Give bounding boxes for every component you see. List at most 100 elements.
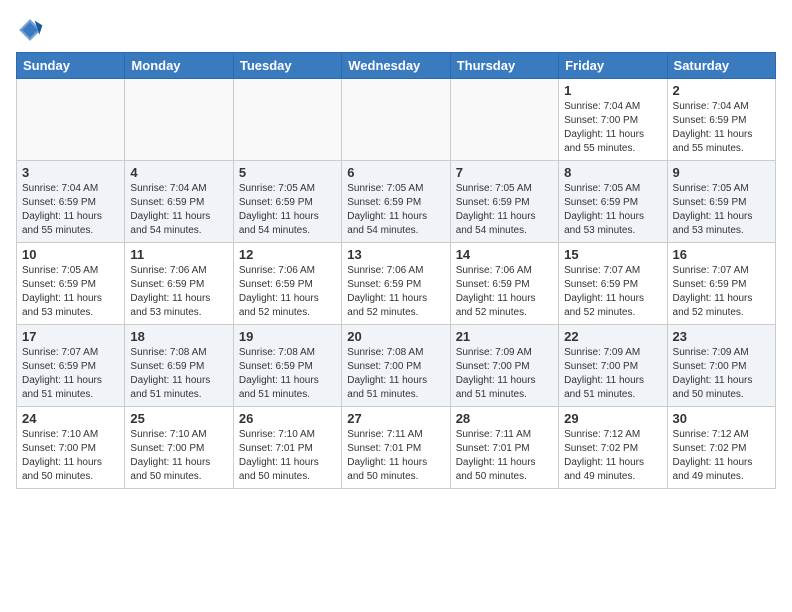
day-number: 7 bbox=[456, 165, 553, 180]
day-number: 26 bbox=[239, 411, 336, 426]
day-info: Sunrise: 7:05 AMSunset: 6:59 PMDaylight:… bbox=[456, 182, 553, 238]
day-number: 20 bbox=[347, 329, 444, 344]
day-info: Sunrise: 7:07 AMSunset: 6:59 PMDaylight:… bbox=[564, 264, 661, 320]
calendar-cell: 4 Sunrise: 7:04 AMSunset: 6:59 PMDayligh… bbox=[125, 161, 233, 243]
calendar-cell: 30 Sunrise: 7:12 AMSunset: 7:02 PMDaylig… bbox=[667, 407, 775, 489]
day-info: Sunrise: 7:11 AMSunset: 7:01 PMDaylight:… bbox=[456, 428, 553, 484]
calendar-cell bbox=[342, 79, 450, 161]
calendar-cell: 26 Sunrise: 7:10 AMSunset: 7:01 PMDaylig… bbox=[233, 407, 341, 489]
calendar-weekday-header: Thursday bbox=[450, 53, 558, 79]
day-info: Sunrise: 7:05 AMSunset: 6:59 PMDaylight:… bbox=[564, 182, 661, 238]
calendar-cell: 16 Sunrise: 7:07 AMSunset: 6:59 PMDaylig… bbox=[667, 243, 775, 325]
day-number: 24 bbox=[22, 411, 119, 426]
day-number: 17 bbox=[22, 329, 119, 344]
calendar-cell: 17 Sunrise: 7:07 AMSunset: 6:59 PMDaylig… bbox=[17, 325, 125, 407]
calendar-cell: 18 Sunrise: 7:08 AMSunset: 6:59 PMDaylig… bbox=[125, 325, 233, 407]
calendar-weekday-header: Sunday bbox=[17, 53, 125, 79]
calendar-cell: 22 Sunrise: 7:09 AMSunset: 7:00 PMDaylig… bbox=[559, 325, 667, 407]
calendar-week-row: 24 Sunrise: 7:10 AMSunset: 7:00 PMDaylig… bbox=[17, 407, 776, 489]
day-info: Sunrise: 7:12 AMSunset: 7:02 PMDaylight:… bbox=[673, 428, 770, 484]
day-info: Sunrise: 7:10 AMSunset: 7:01 PMDaylight:… bbox=[239, 428, 336, 484]
logo-icon bbox=[16, 16, 44, 44]
calendar-cell: 20 Sunrise: 7:08 AMSunset: 7:00 PMDaylig… bbox=[342, 325, 450, 407]
day-info: Sunrise: 7:06 AMSunset: 6:59 PMDaylight:… bbox=[347, 264, 444, 320]
header bbox=[16, 16, 776, 44]
calendar-weekday-header: Monday bbox=[125, 53, 233, 79]
calendar-cell: 8 Sunrise: 7:05 AMSunset: 6:59 PMDayligh… bbox=[559, 161, 667, 243]
calendar-cell: 12 Sunrise: 7:06 AMSunset: 6:59 PMDaylig… bbox=[233, 243, 341, 325]
day-number: 14 bbox=[456, 247, 553, 262]
day-info: Sunrise: 7:09 AMSunset: 7:00 PMDaylight:… bbox=[564, 346, 661, 402]
calendar-cell: 13 Sunrise: 7:06 AMSunset: 6:59 PMDaylig… bbox=[342, 243, 450, 325]
calendar-cell: 29 Sunrise: 7:12 AMSunset: 7:02 PMDaylig… bbox=[559, 407, 667, 489]
day-info: Sunrise: 7:08 AMSunset: 7:00 PMDaylight:… bbox=[347, 346, 444, 402]
calendar-week-row: 1 Sunrise: 7:04 AMSunset: 7:00 PMDayligh… bbox=[17, 79, 776, 161]
day-number: 23 bbox=[673, 329, 770, 344]
day-number: 9 bbox=[673, 165, 770, 180]
day-number: 28 bbox=[456, 411, 553, 426]
calendar-header-row: SundayMondayTuesdayWednesdayThursdayFrid… bbox=[17, 53, 776, 79]
calendar-weekday-header: Friday bbox=[559, 53, 667, 79]
day-number: 19 bbox=[239, 329, 336, 344]
calendar-body: 1 Sunrise: 7:04 AMSunset: 7:00 PMDayligh… bbox=[17, 79, 776, 489]
day-number: 5 bbox=[239, 165, 336, 180]
day-number: 27 bbox=[347, 411, 444, 426]
day-number: 11 bbox=[130, 247, 227, 262]
calendar-cell bbox=[450, 79, 558, 161]
day-info: Sunrise: 7:08 AMSunset: 6:59 PMDaylight:… bbox=[130, 346, 227, 402]
calendar-week-row: 17 Sunrise: 7:07 AMSunset: 6:59 PMDaylig… bbox=[17, 325, 776, 407]
day-info: Sunrise: 7:05 AMSunset: 6:59 PMDaylight:… bbox=[347, 182, 444, 238]
day-number: 10 bbox=[22, 247, 119, 262]
calendar-cell: 2 Sunrise: 7:04 AMSunset: 6:59 PMDayligh… bbox=[667, 79, 775, 161]
calendar-cell: 19 Sunrise: 7:08 AMSunset: 6:59 PMDaylig… bbox=[233, 325, 341, 407]
calendar-cell: 15 Sunrise: 7:07 AMSunset: 6:59 PMDaylig… bbox=[559, 243, 667, 325]
calendar-cell: 21 Sunrise: 7:09 AMSunset: 7:00 PMDaylig… bbox=[450, 325, 558, 407]
day-number: 18 bbox=[130, 329, 227, 344]
calendar-cell: 3 Sunrise: 7:04 AMSunset: 6:59 PMDayligh… bbox=[17, 161, 125, 243]
day-info: Sunrise: 7:12 AMSunset: 7:02 PMDaylight:… bbox=[564, 428, 661, 484]
day-info: Sunrise: 7:05 AMSunset: 6:59 PMDaylight:… bbox=[239, 182, 336, 238]
day-info: Sunrise: 7:05 AMSunset: 6:59 PMDaylight:… bbox=[673, 182, 770, 238]
calendar-weekday-header: Saturday bbox=[667, 53, 775, 79]
day-info: Sunrise: 7:05 AMSunset: 6:59 PMDaylight:… bbox=[22, 264, 119, 320]
day-info: Sunrise: 7:04 AMSunset: 6:59 PMDaylight:… bbox=[673, 100, 770, 156]
calendar-cell bbox=[233, 79, 341, 161]
calendar-table: SundayMondayTuesdayWednesdayThursdayFrid… bbox=[16, 52, 776, 489]
day-number: 1 bbox=[564, 83, 661, 98]
day-info: Sunrise: 7:11 AMSunset: 7:01 PMDaylight:… bbox=[347, 428, 444, 484]
day-number: 15 bbox=[564, 247, 661, 262]
calendar-week-row: 10 Sunrise: 7:05 AMSunset: 6:59 PMDaylig… bbox=[17, 243, 776, 325]
day-number: 6 bbox=[347, 165, 444, 180]
calendar-weekday-header: Wednesday bbox=[342, 53, 450, 79]
day-info: Sunrise: 7:09 AMSunset: 7:00 PMDaylight:… bbox=[456, 346, 553, 402]
calendar-cell: 24 Sunrise: 7:10 AMSunset: 7:00 PMDaylig… bbox=[17, 407, 125, 489]
day-number: 13 bbox=[347, 247, 444, 262]
calendar-weekday-header: Tuesday bbox=[233, 53, 341, 79]
day-info: Sunrise: 7:07 AMSunset: 6:59 PMDaylight:… bbox=[22, 346, 119, 402]
day-number: 30 bbox=[673, 411, 770, 426]
day-info: Sunrise: 7:10 AMSunset: 7:00 PMDaylight:… bbox=[130, 428, 227, 484]
day-info: Sunrise: 7:06 AMSunset: 6:59 PMDaylight:… bbox=[239, 264, 336, 320]
day-info: Sunrise: 7:06 AMSunset: 6:59 PMDaylight:… bbox=[130, 264, 227, 320]
day-info: Sunrise: 7:08 AMSunset: 6:59 PMDaylight:… bbox=[239, 346, 336, 402]
calendar-cell bbox=[17, 79, 125, 161]
day-info: Sunrise: 7:10 AMSunset: 7:00 PMDaylight:… bbox=[22, 428, 119, 484]
calendar-cell: 1 Sunrise: 7:04 AMSunset: 7:00 PMDayligh… bbox=[559, 79, 667, 161]
day-info: Sunrise: 7:06 AMSunset: 6:59 PMDaylight:… bbox=[456, 264, 553, 320]
day-info: Sunrise: 7:09 AMSunset: 7:00 PMDaylight:… bbox=[673, 346, 770, 402]
day-info: Sunrise: 7:04 AMSunset: 6:59 PMDaylight:… bbox=[22, 182, 119, 238]
calendar-cell: 11 Sunrise: 7:06 AMSunset: 6:59 PMDaylig… bbox=[125, 243, 233, 325]
day-number: 22 bbox=[564, 329, 661, 344]
calendar-cell: 28 Sunrise: 7:11 AMSunset: 7:01 PMDaylig… bbox=[450, 407, 558, 489]
calendar-cell: 10 Sunrise: 7:05 AMSunset: 6:59 PMDaylig… bbox=[17, 243, 125, 325]
day-number: 29 bbox=[564, 411, 661, 426]
day-info: Sunrise: 7:04 AMSunset: 7:00 PMDaylight:… bbox=[564, 100, 661, 156]
calendar-week-row: 3 Sunrise: 7:04 AMSunset: 6:59 PMDayligh… bbox=[17, 161, 776, 243]
day-number: 16 bbox=[673, 247, 770, 262]
calendar-cell: 6 Sunrise: 7:05 AMSunset: 6:59 PMDayligh… bbox=[342, 161, 450, 243]
day-number: 4 bbox=[130, 165, 227, 180]
calendar-cell: 5 Sunrise: 7:05 AMSunset: 6:59 PMDayligh… bbox=[233, 161, 341, 243]
day-number: 3 bbox=[22, 165, 119, 180]
calendar-cell: 14 Sunrise: 7:06 AMSunset: 6:59 PMDaylig… bbox=[450, 243, 558, 325]
calendar-cell bbox=[125, 79, 233, 161]
